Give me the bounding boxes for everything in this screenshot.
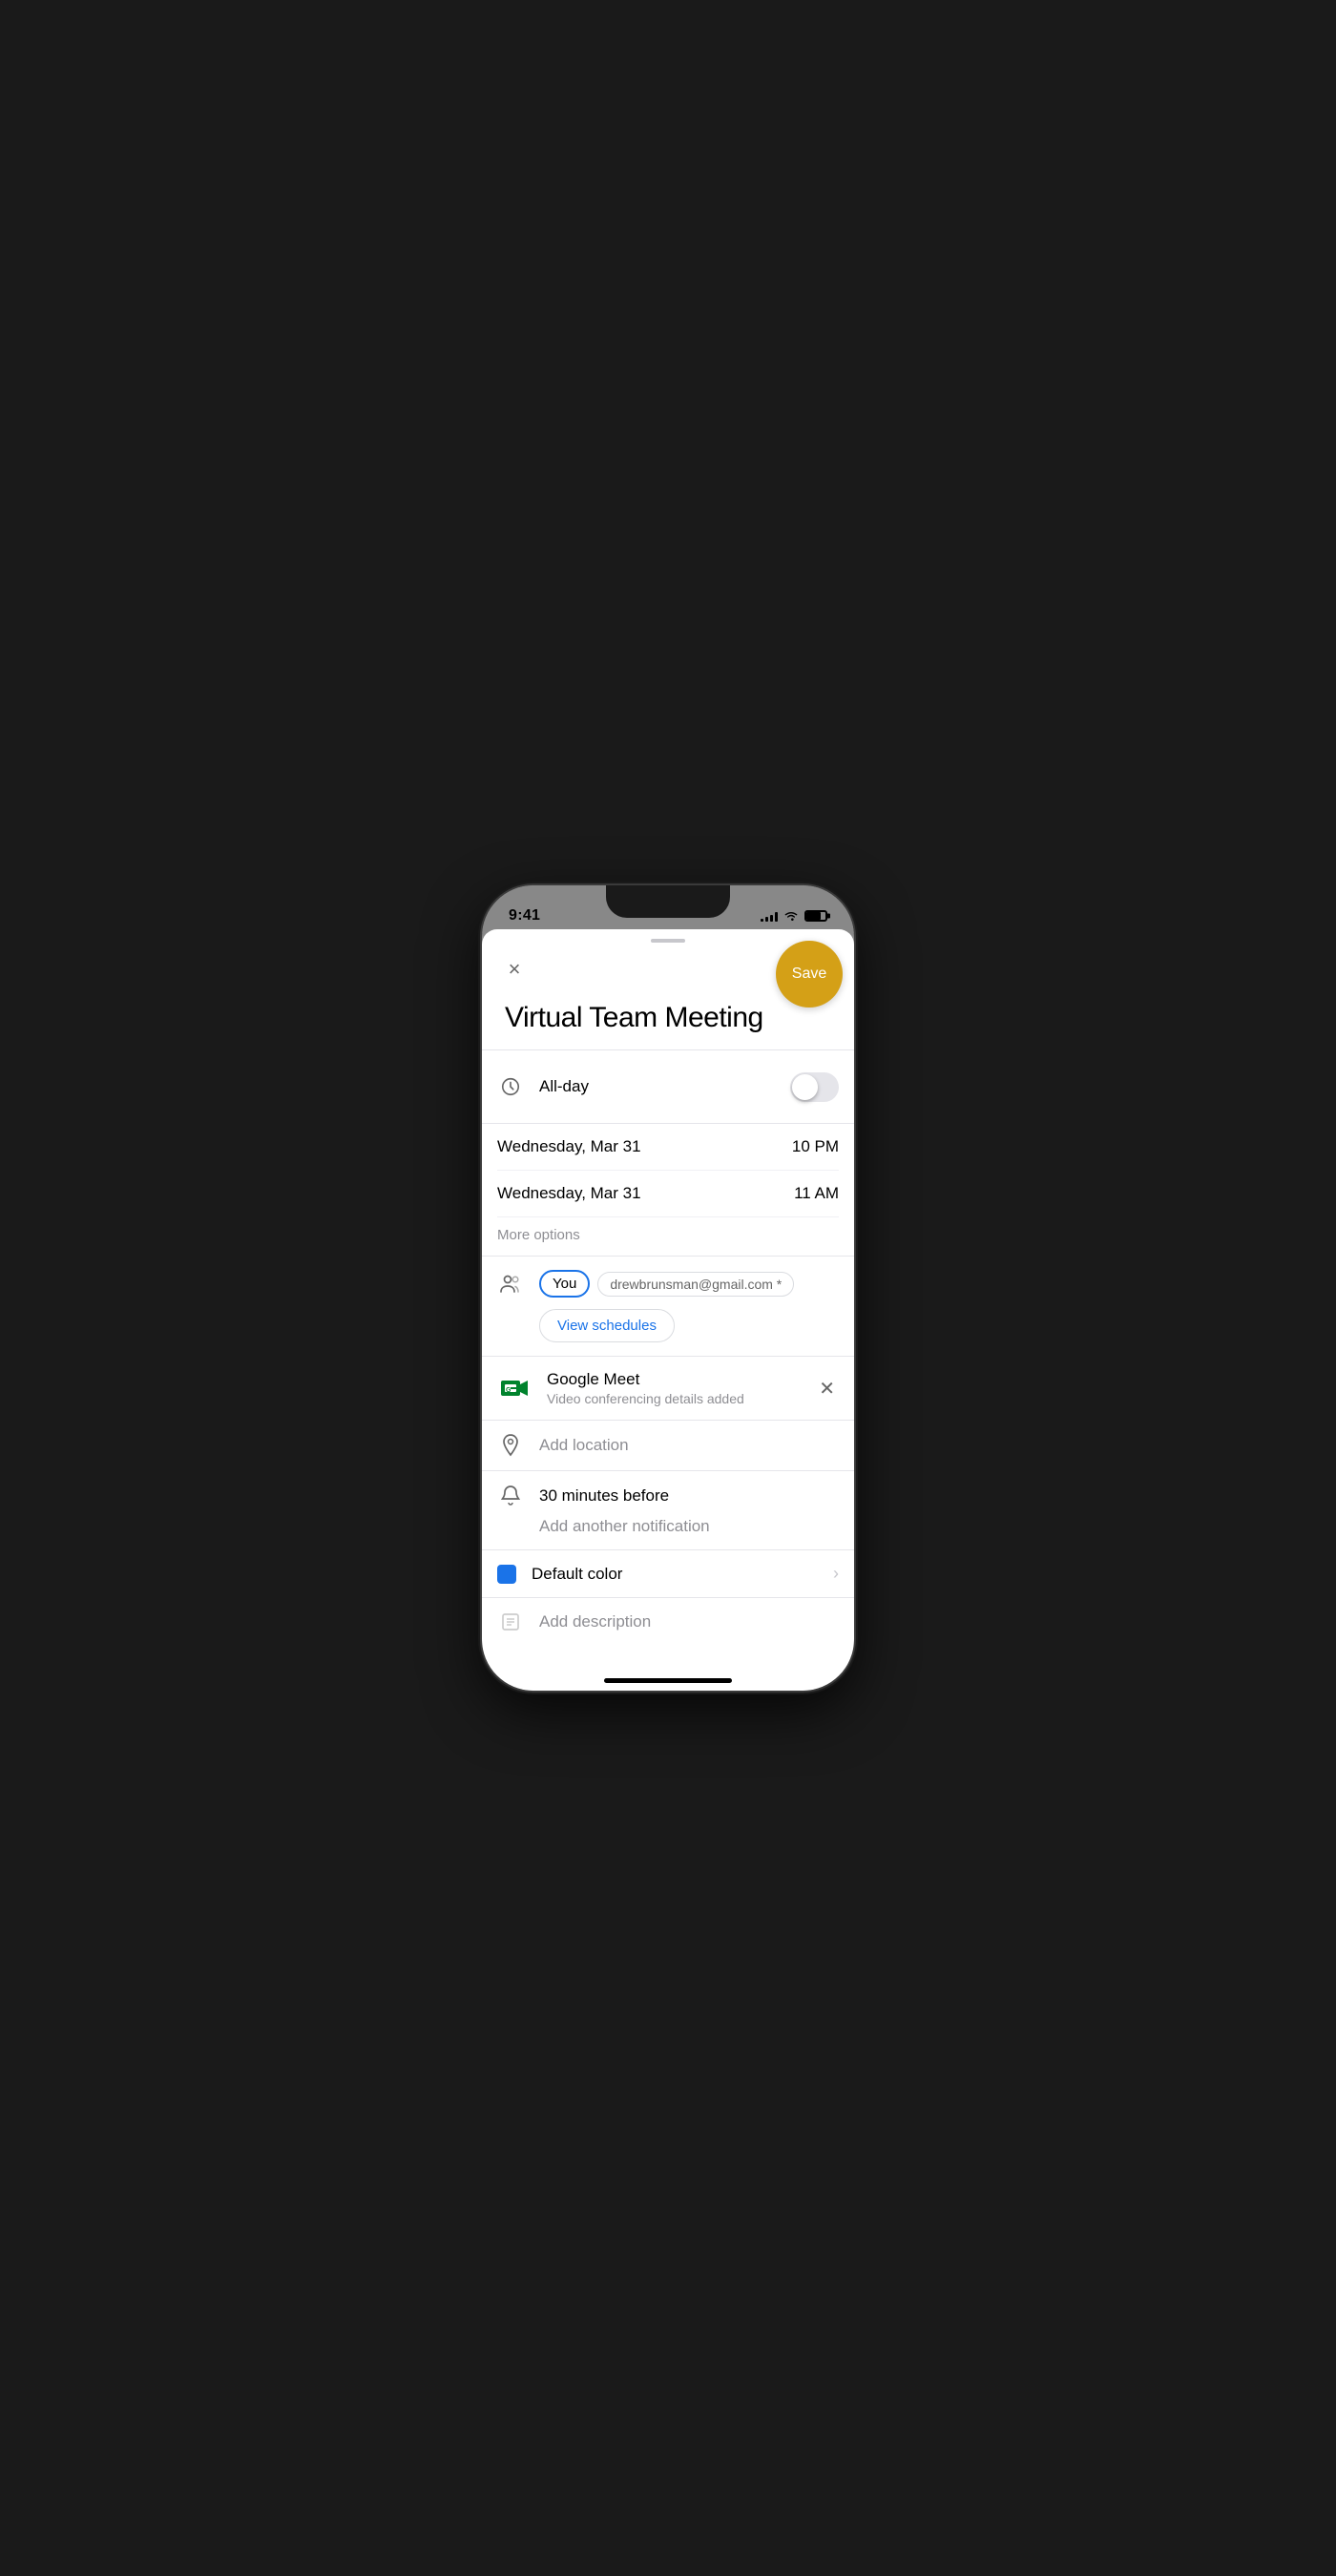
phone-screen: 9:41 (482, 885, 854, 1691)
close-icon: × (509, 959, 521, 980)
meet-title: Google Meet (547, 1370, 800, 1389)
status-icons (761, 910, 827, 922)
modal-sheet: × Save Virtual Team Meeting (482, 929, 854, 1691)
color-section[interactable]: Default color › (482, 1550, 854, 1598)
save-button[interactable]: Save (776, 941, 843, 1008)
all-day-toggle[interactable] (790, 1072, 839, 1102)
end-date-row[interactable]: Wednesday, Mar 31 11 AM (497, 1171, 839, 1217)
more-options-label: More options (497, 1227, 580, 1243)
guests-chips: You drewbrunsman@gmail.com * (539, 1270, 839, 1298)
signal-icon (761, 910, 778, 922)
view-schedules-button[interactable]: View schedules (539, 1309, 839, 1342)
you-chip[interactable]: You (539, 1270, 590, 1298)
notification-section: 30 minutes before Add another notificati… (482, 1471, 854, 1550)
people-icon (497, 1274, 524, 1295)
google-meet-section: G Google Meet Video conferencing details… (482, 1357, 854, 1421)
event-title[interactable]: Virtual Team Meeting (505, 1002, 831, 1034)
svg-text:G: G (506, 1387, 511, 1394)
start-time: 10 PM (792, 1137, 839, 1156)
bell-icon (497, 1485, 524, 1507)
you-chip-label: You (553, 1276, 576, 1292)
guests-row: You drewbrunsman@gmail.com * (497, 1270, 839, 1298)
all-day-section: All-day (482, 1050, 854, 1124)
date-time-section: Wednesday, Mar 31 10 PM Wednesday, Mar 3… (482, 1124, 854, 1257)
end-date: Wednesday, Mar 31 (497, 1184, 641, 1203)
end-time: 11 AM (794, 1184, 839, 1203)
add-notification-button[interactable]: Add another notification (497, 1507, 839, 1536)
notes-icon (497, 1611, 524, 1632)
add-notification-label: Add another notification (539, 1517, 710, 1535)
all-day-label: All-day (539, 1077, 589, 1096)
modal-header: × Save (482, 948, 854, 998)
location-section[interactable]: Add location (482, 1421, 854, 1471)
add-description-placeholder: Add description (539, 1612, 651, 1631)
home-indicator (604, 1678, 732, 1683)
more-options[interactable]: More options (497, 1217, 839, 1248)
close-button[interactable]: × (497, 952, 532, 987)
start-date-row[interactable]: Wednesday, Mar 31 10 PM (497, 1124, 839, 1171)
save-label: Save (792, 966, 826, 983)
all-day-row: All-day (497, 1066, 839, 1108)
google-meet-icon: G (497, 1371, 532, 1405)
location-icon (497, 1434, 524, 1457)
email-chip-label: drewbrunsman@gmail.com * (610, 1277, 782, 1292)
clock-icon (497, 1076, 524, 1097)
notification-row[interactable]: 30 minutes before (497, 1485, 839, 1507)
email-chip[interactable]: drewbrunsman@gmail.com * (597, 1272, 794, 1297)
battery-icon (804, 910, 827, 922)
meet-subtitle: Video conferencing details added (547, 1391, 800, 1406)
chevron-right-icon: › (833, 1564, 839, 1584)
notch (606, 885, 730, 918)
notification-label: 30 minutes before (539, 1486, 669, 1506)
start-date: Wednesday, Mar 31 (497, 1137, 641, 1156)
guests-section: You drewbrunsman@gmail.com * View schedu… (482, 1257, 854, 1357)
status-time: 9:41 (509, 907, 540, 924)
color-swatch (497, 1565, 516, 1584)
meet-close-icon: ✕ (819, 1379, 835, 1400)
wifi-icon (783, 910, 799, 922)
view-schedules-label: View schedules (539, 1309, 675, 1342)
meet-info: Google Meet Video conferencing details a… (547, 1370, 800, 1406)
color-label: Default color (532, 1565, 818, 1584)
meet-close-button[interactable]: ✕ (815, 1373, 839, 1404)
phone-frame: 9:41 (482, 885, 854, 1691)
add-description-section[interactable]: Add description (482, 1598, 854, 1646)
location-placeholder: Add location (539, 1436, 629, 1455)
